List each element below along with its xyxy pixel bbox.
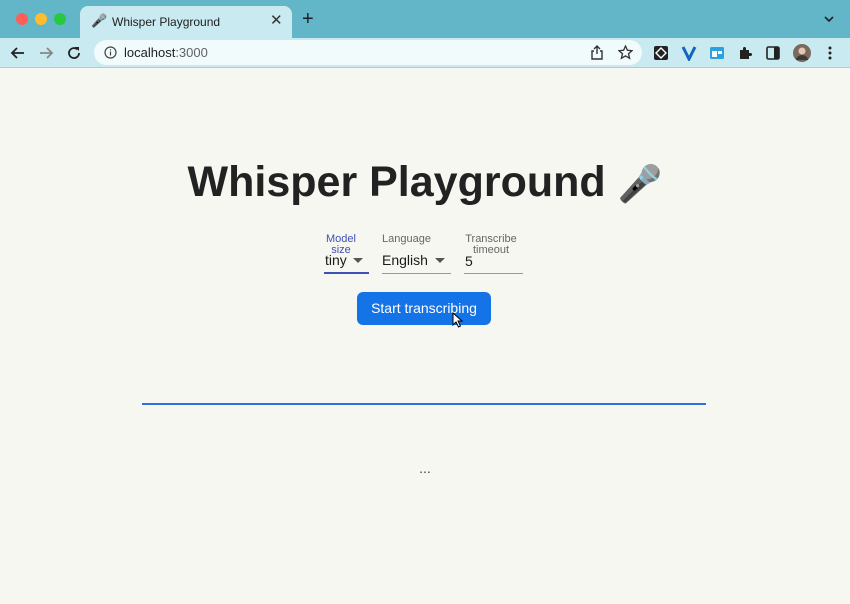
microphone-icon: 🎤 [617,163,663,204]
page-title-text: Whisper Playground [187,158,606,206]
tab-close-icon[interactable]: ✕ [270,13,283,29]
transcribe-timeout-value: 5 [465,253,473,269]
extension-v-icon[interactable] [681,45,697,61]
star-icon[interactable] [618,45,633,60]
share-icon[interactable] [590,45,604,60]
browser-tab[interactable]: 🎤 Whisper Playground ✕ [80,6,292,38]
browser-toolbar: localhost:3000 [0,38,850,68]
browser-tab-bar: 🎤 Whisper Playground ✕ + [0,0,850,38]
timeout-label-line2: timeout [472,244,510,256]
avatar[interactable] [793,44,811,62]
tab-title: Whisper Playground [112,15,221,29]
transcription-output: ... [419,460,431,476]
extension-cube-icon[interactable] [653,45,669,61]
close-window-button[interactable] [16,13,28,25]
model-size-underline [324,272,369,274]
microphone-icon: 🎤 [91,13,108,28]
puzzle-icon[interactable] [737,45,753,61]
progress-bar [142,403,706,405]
url-host: localhost [124,45,176,60]
page-title: Whisper Playground 🎤 [0,156,850,210]
address-bar[interactable]: localhost:3000 [94,40,642,65]
start-transcribing-button[interactable]: Start transcribing [357,292,491,325]
caret-down-icon [353,258,363,263]
caret-down-icon [435,258,445,263]
maximize-window-button[interactable] [54,13,66,25]
model-size-select[interactable]: Model size tiny [324,234,370,276]
browser-menu-icon[interactable] [822,45,838,61]
language-underline [382,273,451,274]
back-arrow-icon[interactable] [9,44,27,62]
progress-fill [142,403,706,405]
reload-icon[interactable] [65,44,83,62]
forward-arrow-icon[interactable] [37,44,55,62]
language-label: Language [382,233,431,245]
extension-window-icon[interactable] [709,45,725,61]
info-icon[interactable] [104,46,117,59]
timeout-underline [464,273,523,274]
url-port: :3000 [175,45,208,60]
side-panel-icon[interactable] [765,45,781,61]
mouse-cursor-icon [452,312,464,328]
language-select[interactable]: Language English [382,234,452,276]
minimize-window-button[interactable] [35,13,47,25]
new-tab-button[interactable]: + [302,9,314,29]
model-size-value: tiny [325,252,347,268]
url-text[interactable]: localhost:3000 [124,45,208,61]
chevron-down-icon[interactable] [822,13,836,25]
language-value: English [382,252,428,268]
transcribe-timeout-input[interactable]: Transcribe timeout 5 [464,234,524,276]
